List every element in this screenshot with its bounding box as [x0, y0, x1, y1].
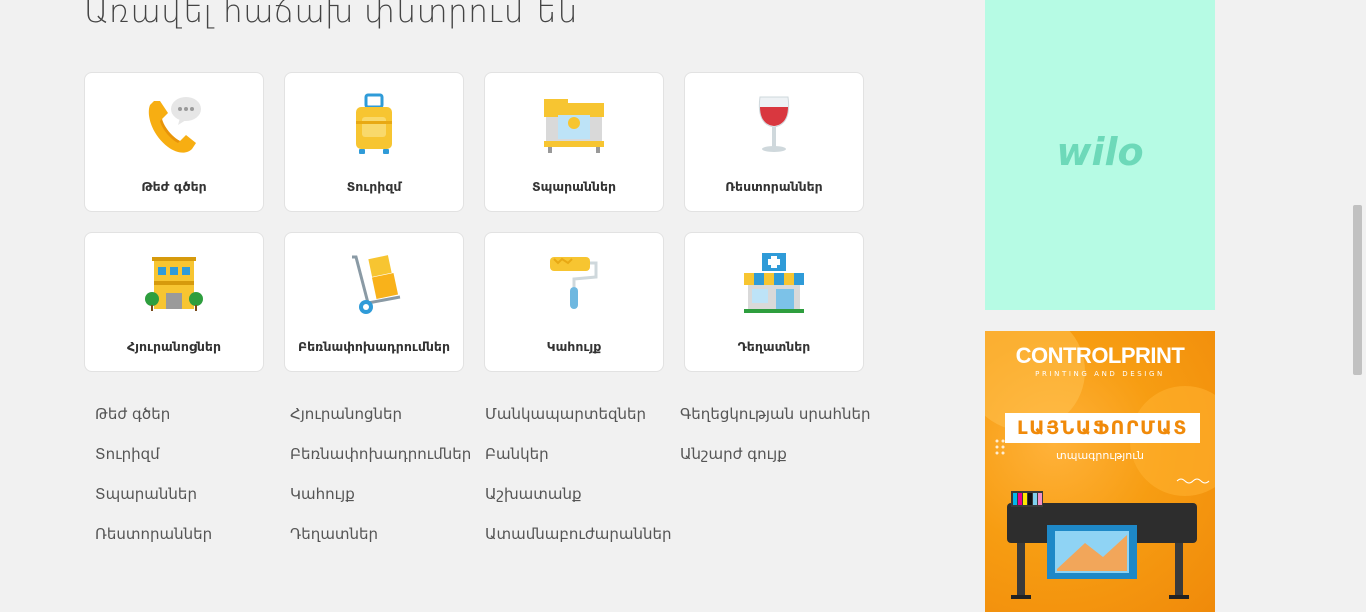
controlprint-ad-banner[interactable]: CONTROLPRINT PRINTING AND DESIGN ԼԱՅՆԱՖՈ…: [985, 331, 1215, 612]
category-link[interactable]: Ռեստորաններ: [84, 520, 284, 560]
category-card-furniture[interactable]: Կահույք: [484, 232, 664, 372]
links-column-3: Մանկապարտեզներ Բանկեր Աշխատանք Ատամնաբու…: [474, 400, 674, 560]
category-link[interactable]: Աշխատանք: [474, 480, 674, 520]
ad-tagline: PRINTING AND DESIGN: [1035, 370, 1165, 378]
controlprint-logo: CONTROLPRINT: [985, 343, 1215, 369]
category-label: Կահույք: [546, 339, 602, 354]
wine-glass-icon: [758, 96, 790, 152]
scrollbar-thumb[interactable]: [1353, 205, 1362, 375]
category-link[interactable]: Բեռնափոխադրումներ: [279, 440, 479, 480]
category-link[interactable]: Ատամնաբուժարաններ: [474, 520, 674, 560]
page-title: Առավել հաճախ փնտրում են: [84, 0, 578, 30]
ad-headline: ԼԱՅՆԱՖՈՐՄԱՏ: [1005, 413, 1200, 443]
paint-roller-icon: [550, 257, 598, 309]
category-link[interactable]: Դեղատներ: [279, 520, 479, 560]
category-card-cargo[interactable]: Բեռնափոխադրումներ: [284, 232, 464, 372]
category-label: Տուրիզմ: [346, 179, 402, 194]
hand-truck-icon: [352, 255, 401, 314]
category-link[interactable]: Գեղեցկության սրահներ: [669, 400, 871, 440]
category-label: Բեռնափոխադրումներ: [298, 339, 450, 354]
suitcase-icon: [356, 93, 392, 154]
category-label: Հյուրանոցներ: [127, 339, 221, 354]
printer-icon: [544, 99, 604, 153]
category-link[interactable]: Անշարժ գույք: [669, 440, 869, 480]
category-card-restaurants[interactable]: Ռեստորաններ: [684, 72, 864, 212]
category-label: Տպարաններ: [531, 179, 616, 194]
category-card-hotels[interactable]: Հյուրանոցներ: [84, 232, 264, 372]
category-card-pharmacies[interactable]: Դեղատներ: [684, 232, 864, 372]
category-link[interactable]: Բանկեր: [474, 440, 674, 480]
pharmacy-icon: [744, 253, 804, 313]
brand-print: PRINT: [1120, 343, 1185, 368]
wilo-ad-banner[interactable]: wilo: [985, 0, 1215, 310]
links-column-2: Հյուրանոցներ Բեռնափոխադրումներ Կահույք Դ…: [279, 400, 479, 560]
category-card-tourism[interactable]: Տուրիզմ: [284, 72, 464, 212]
category-label: Ռեստորաններ: [725, 179, 823, 194]
category-link[interactable]: Տպարաններ: [84, 480, 284, 520]
brand-control: CONTROL: [1015, 343, 1122, 368]
category-label: Թեժ գծեր: [141, 179, 207, 194]
links-column-1: Թեժ գծեր Տուրիզմ Տպարաններ Ռեստորաններ: [84, 400, 284, 560]
phone-icon: [148, 97, 201, 153]
category-link[interactable]: Հյուրանոցներ: [279, 400, 479, 440]
hotel-icon: [145, 257, 203, 311]
category-link[interactable]: Մանկապարտեզներ: [474, 400, 674, 440]
category-link[interactable]: Տուրիզմ: [84, 440, 284, 480]
category-card-printing[interactable]: Տպարաններ: [484, 72, 664, 212]
category-label: Դեղատներ: [737, 339, 811, 354]
page-scrollbar[interactable]: [1349, 0, 1366, 612]
links-column-4: Գեղեցկության սրահներ Անշարժ գույք: [669, 400, 871, 480]
wilo-logo: wilo: [1056, 130, 1144, 174]
ad-subline: տպագրություն: [1056, 449, 1144, 462]
category-link[interactable]: Կահույք: [279, 480, 479, 520]
category-link[interactable]: Թեժ գծեր: [84, 400, 284, 440]
category-card-hotlines[interactable]: Թեժ գծեր: [84, 72, 264, 212]
